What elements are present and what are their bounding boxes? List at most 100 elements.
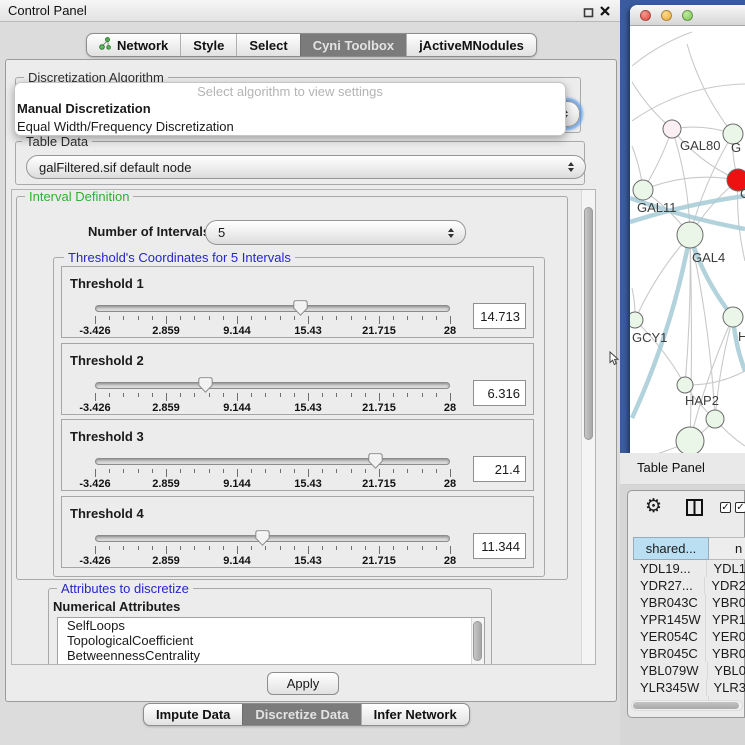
- settings-scrollbar[interactable]: [581, 190, 595, 664]
- zoom-traffic-light-icon[interactable]: [682, 10, 693, 21]
- attribute-item[interactable]: BetweennessCentrality: [58, 648, 484, 663]
- slider-tick: [308, 546, 309, 554]
- table-row[interactable]: YDL19...YDL1: [633, 560, 745, 577]
- threshold-value-field[interactable]: 14.713: [473, 303, 526, 329]
- group-title: Threshold's Coordinates for 5 Intervals: [64, 250, 295, 265]
- attributes-group: Attributes to discretize Numerical Attri…: [48, 588, 492, 665]
- table-data-select[interactable]: galFiltered.sif default node: [26, 155, 586, 179]
- attribute-item[interactable]: SelfLoops: [58, 618, 484, 633]
- network-node[interactable]: [663, 120, 681, 138]
- slider-tick-label: 2.859: [152, 478, 180, 490]
- tab-discretize-data[interactable]: Discretize Data: [242, 704, 360, 725]
- slider-tick: [209, 546, 210, 550]
- slider-tick: [209, 316, 210, 320]
- network-node[interactable]: [630, 312, 643, 328]
- threshold-value-field[interactable]: 21.4: [473, 456, 526, 482]
- slider-tick-label: 21.715: [362, 478, 396, 490]
- network-node[interactable]: [677, 377, 693, 393]
- apply-button[interactable]: Apply: [267, 672, 339, 695]
- settings-viewport: Interval Definition Number of Intervals …: [11, 189, 596, 665]
- table-window: ⚙ ✓ ✓ shared...n YDL19...YDL1YDR27...YDR…: [627, 490, 745, 718]
- table-row[interactable]: YPR145WYPR1: [633, 611, 745, 628]
- table-row[interactable]: YBR043CYBR0: [633, 594, 745, 611]
- tab-select[interactable]: Select: [236, 34, 299, 56]
- table-cell: YDL19...: [633, 560, 707, 577]
- tab-impute-data[interactable]: Impute Data: [144, 704, 242, 725]
- float-window-icon[interactable]: [583, 6, 594, 21]
- threshold-panel: Threshold 3-3.4262.8599.14415.4321.71528…: [61, 419, 534, 491]
- table-cell: YLR3: [707, 679, 745, 696]
- algorithm-dropdown-options: Manual DiscretizationEqual Width/Frequen…: [15, 100, 565, 136]
- threshold-slider-thumb[interactable]: [198, 377, 213, 393]
- tab-cyni-toolbox[interactable]: Cyni Toolbox: [300, 34, 406, 56]
- slider-tick: [152, 316, 153, 320]
- settings-scrollbar-thumb[interactable]: [584, 207, 593, 440]
- tab-network[interactable]: Network: [87, 34, 180, 56]
- slider-tick: [152, 393, 153, 397]
- threshold-slider-thumb[interactable]: [368, 453, 383, 469]
- threshold-slider-track[interactable]: [95, 535, 450, 542]
- gear-icon[interactable]: ⚙: [645, 495, 662, 517]
- tab-style[interactable]: Style: [180, 34, 236, 56]
- slider-tick: [95, 469, 96, 477]
- slider-tick: [251, 393, 252, 397]
- slider-tick: [280, 316, 281, 320]
- checkbox-icon[interactable]: ✓: [720, 502, 731, 513]
- slider-tick: [95, 316, 96, 324]
- algorithm-option[interactable]: Equal Width/Frequency Discretization: [15, 118, 565, 136]
- table-row[interactable]: YDR27...YDR2: [633, 577, 745, 594]
- threshold-slider-thumb[interactable]: [293, 300, 308, 316]
- slider-tick: [365, 469, 366, 473]
- slider-tick: [365, 316, 366, 320]
- table-row[interactable]: YLR345WYLR3: [633, 679, 745, 696]
- slider-tick: [450, 316, 451, 324]
- tab-jactivemnodules[interactable]: jActiveMNodules: [406, 34, 536, 56]
- checkbox-icon[interactable]: ✓: [735, 502, 745, 513]
- threshold-slider-track[interactable]: [95, 305, 450, 312]
- attributes-list-scrollbar-thumb[interactable]: [473, 621, 482, 661]
- slider-tick: [294, 469, 295, 473]
- algorithm-option[interactable]: Manual Discretization: [15, 100, 565, 118]
- slider-tick: [109, 316, 110, 320]
- slider-tick: [138, 316, 139, 320]
- table-row[interactable]: YBR045CYBR0: [633, 645, 745, 662]
- slider-tick: [436, 469, 437, 473]
- attributes-list-scrollbar[interactable]: [471, 618, 484, 665]
- threshold-value-field[interactable]: 11.344: [473, 533, 526, 559]
- table-horizontal-scrollbar-thumb[interactable]: [633, 702, 739, 709]
- threshold-slider-track[interactable]: [95, 382, 450, 389]
- column-header[interactable]: shared...: [633, 537, 709, 560]
- table-cell: YBR043C: [633, 594, 706, 611]
- slider-tick: [351, 469, 352, 473]
- table-cell: YDR27...: [633, 577, 705, 594]
- close-traffic-light-icon[interactable]: [640, 10, 651, 21]
- table-row[interactable]: YER054CYER0: [633, 628, 745, 645]
- table-horizontal-scrollbar[interactable]: [631, 700, 743, 711]
- minimize-traffic-light-icon[interactable]: [661, 10, 672, 21]
- table-row[interactable]: YBL079WYBL0: [633, 662, 745, 679]
- network-node[interactable]: [706, 410, 724, 428]
- slider-tick: [322, 469, 323, 473]
- slider-tick: [152, 546, 153, 550]
- tab-label: Network: [117, 38, 168, 53]
- threshold-value-field[interactable]: 6.316: [473, 380, 526, 406]
- threshold-slider-thumb[interactable]: [255, 530, 270, 546]
- network-node[interactable]: [676, 427, 704, 453]
- network-edge: [632, 84, 745, 121]
- tab-infer-network[interactable]: Infer Network: [361, 704, 469, 725]
- network-view-window: GAL80GCGAL11GAL4GCY1HHAP2: [630, 5, 745, 453]
- slider-ticks: [95, 546, 450, 555]
- table-cell: YBR0: [706, 594, 745, 611]
- attribute-item[interactable]: TopologicalCoefficient: [58, 633, 484, 648]
- network-node[interactable]: [633, 180, 653, 200]
- column-header[interactable]: n: [709, 537, 745, 560]
- columns-icon[interactable]: [685, 498, 704, 520]
- close-icon[interactable]: [599, 5, 611, 20]
- network-canvas[interactable]: GAL80GCGAL11GAL4GCY1HHAP2: [630, 26, 745, 453]
- network-node[interactable]: [723, 307, 743, 327]
- slider-tick: [194, 546, 195, 550]
- threshold-slider-track[interactable]: [95, 458, 450, 465]
- slider-tick: [95, 546, 96, 554]
- network-node[interactable]: [677, 222, 703, 248]
- number-of-intervals-select[interactable]: 5: [205, 220, 466, 245]
